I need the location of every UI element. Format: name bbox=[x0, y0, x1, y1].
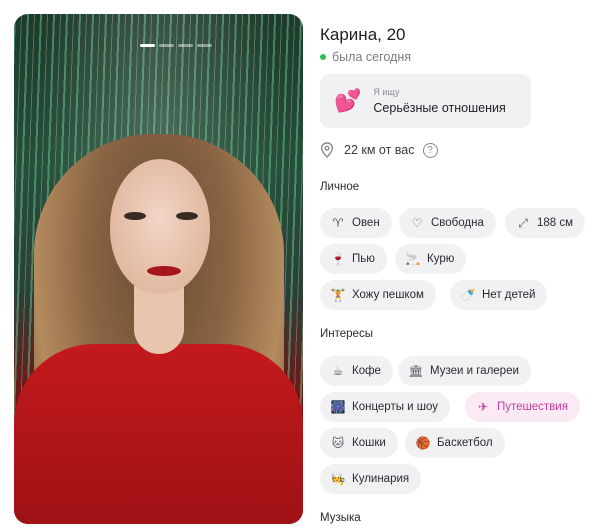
baby-bottle-icon: 🍼 bbox=[460, 288, 476, 302]
aries-icon: ♈ bbox=[332, 216, 344, 230]
profile-name: Карина, 20 bbox=[320, 25, 406, 44]
help-icon[interactable]: ? bbox=[422, 142, 438, 158]
chip-interest-basketball: 🏀 Баскетбол bbox=[405, 428, 505, 458]
cat-icon: 🐱 bbox=[331, 436, 345, 450]
distance-row: 22 км от вас ? bbox=[320, 142, 590, 158]
looking-for-value: Серьёзные отношения bbox=[373, 100, 506, 115]
hearts-icon: 💕 bbox=[334, 88, 362, 113]
chip-smoking: 🚬 Курю bbox=[395, 244, 467, 274]
chip-interest-travel: ✈ Путешествия bbox=[465, 392, 580, 422]
photo-indicator-1[interactable] bbox=[140, 44, 155, 47]
distance-text: 22 км от вас bbox=[344, 143, 415, 157]
chip-zodiac: ♈ Овен bbox=[320, 208, 392, 238]
chip-interest-museums: 🏛 Музеи и галереи bbox=[398, 356, 531, 386]
photo-indicator-4[interactable] bbox=[197, 44, 212, 47]
chip-height: ⤢ 188 см bbox=[505, 208, 586, 238]
basketball-icon: 🏀 bbox=[415, 436, 431, 450]
interests-section-title: Интересы bbox=[320, 328, 373, 340]
cigarette-icon: 🚬 bbox=[405, 252, 421, 266]
cooking-icon: 🧑‍🍳 bbox=[330, 472, 346, 486]
airplane-icon: ✈ bbox=[477, 400, 489, 414]
concert-icon: 🎆 bbox=[330, 400, 346, 414]
dumbbell-icon: 🏋 bbox=[330, 288, 346, 302]
chip-relationship: ♡ Свободна bbox=[399, 208, 496, 238]
online-dot-icon bbox=[320, 54, 326, 60]
coffee-icon: ☕ bbox=[332, 364, 344, 378]
looking-for-card: 💕 Я ищу Серьёзные отношения bbox=[320, 74, 531, 128]
status-text: была сегодня bbox=[332, 50, 411, 64]
height-arrows-icon: ⤢ bbox=[518, 216, 528, 230]
chip-interest-cats: 🐱 Кошки bbox=[320, 428, 398, 458]
chip-drinking: 🍷 Пью bbox=[320, 244, 387, 274]
museum-icon: 🏛 bbox=[408, 364, 424, 378]
profile-info: Карина, 20 была сегодня 💕 Я ищу Серьёзны… bbox=[320, 24, 590, 158]
chip-interest-coffee: ☕ Кофе bbox=[320, 356, 393, 386]
heart-outline-icon: ♡ bbox=[411, 216, 423, 230]
glass-icon: 🍷 bbox=[330, 252, 346, 266]
chip-interest-cooking: 🧑‍🍳 Кулинария bbox=[320, 464, 422, 494]
music-section-title: Музыка bbox=[320, 512, 361, 524]
chip-activity: 🏋 Хожу пешком bbox=[320, 280, 436, 310]
personal-section-title: Личное bbox=[320, 181, 360, 193]
photo-indicator-2[interactable] bbox=[159, 44, 174, 47]
profile-photo[interactable] bbox=[14, 14, 303, 524]
chip-children: 🍼 Нет детей bbox=[450, 280, 548, 310]
photo-indicator-3[interactable] bbox=[178, 44, 193, 47]
online-status: была сегодня bbox=[320, 50, 590, 64]
looking-for-label: Я ищу bbox=[373, 86, 400, 97]
photo-indicators bbox=[140, 44, 212, 47]
location-pin-icon bbox=[320, 142, 334, 158]
chip-interest-concerts: 🎆 Концерты и шоу bbox=[320, 392, 451, 422]
